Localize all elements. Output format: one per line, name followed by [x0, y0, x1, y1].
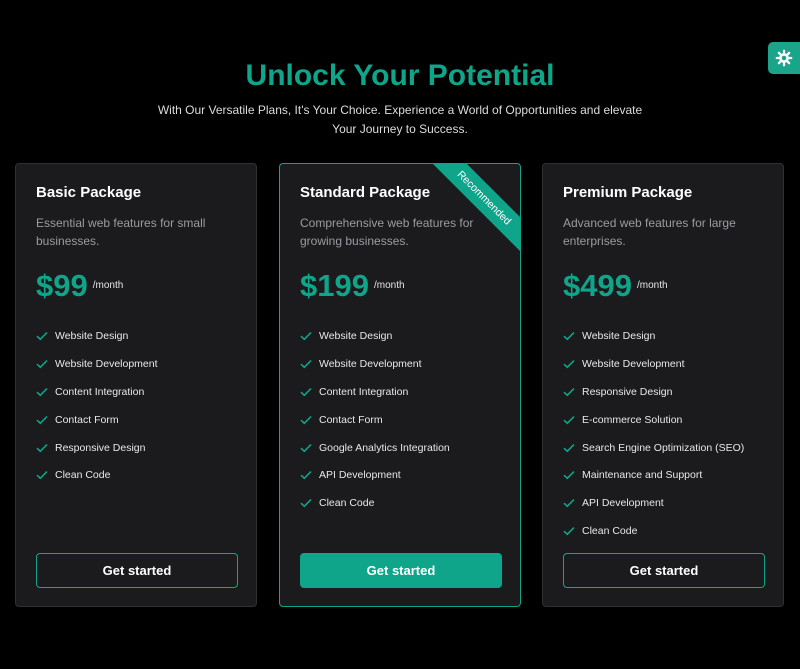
checkmark-icon — [300, 359, 312, 369]
feature-item: E-commerce Solution — [563, 406, 744, 434]
feature-item: Responsive Design — [36, 434, 158, 462]
feature-item: Clean Code — [300, 489, 450, 517]
feature-item: Google Analytics Integration — [300, 434, 450, 462]
plan-period: /month — [92, 280, 124, 291]
checkmark-icon — [36, 387, 48, 397]
plan-price: $199 — [300, 268, 369, 303]
feature-item: Maintenance and Support — [563, 461, 744, 489]
feature-label: E-commerce Solution — [582, 413, 683, 426]
feature-item: Website Development — [36, 350, 158, 378]
feature-list: Website Design Website Development Respons… — [563, 322, 744, 545]
feature-item: Search Engine Optimization (SEO) — [563, 434, 744, 462]
price-row: $199 /month — [300, 267, 405, 305]
feature-item: Content Integration — [300, 378, 450, 406]
checkmark-icon — [300, 471, 312, 480]
checkmark-icon — [36, 331, 48, 341]
feature-item: API Development — [300, 461, 450, 489]
feature-item: Website Design — [36, 322, 158, 350]
plan-period: /month — [636, 280, 668, 291]
price-row: $499 /month — [563, 267, 668, 305]
checkmark-icon — [36, 415, 48, 425]
feature-label: Website Development — [55, 357, 158, 370]
feature-item: Clean Code — [36, 461, 158, 489]
plan-period: /month — [373, 280, 405, 291]
plan-price: $499 — [563, 268, 632, 303]
feature-label: Clean Code — [319, 497, 375, 510]
feature-item: Website Development — [563, 350, 744, 378]
plan-description: Advanced web features for large enterpri… — [563, 216, 736, 248]
feature-label: Contact Form — [55, 413, 119, 426]
price-row: $99 /month — [36, 267, 123, 305]
feature-label: Content Integration — [319, 385, 409, 398]
feature-list: Website Design Website Development Content… — [36, 322, 158, 489]
feature-label: Clean Code — [582, 525, 638, 538]
feature-label: Website Design — [582, 329, 656, 342]
plan-price: $99 — [36, 268, 88, 303]
feature-item: Website Design — [300, 322, 450, 350]
feature-label: Responsive Design — [582, 385, 673, 398]
feature-label: Website Design — [55, 329, 129, 342]
checkmark-icon — [300, 331, 312, 341]
plan-name: Basic Package — [36, 184, 142, 201]
feature-label: Responsive Design — [55, 441, 146, 454]
feature-label: Google Analytics Integration — [319, 441, 450, 454]
feature-label: Clean Code — [55, 469, 111, 482]
feature-label: Maintenance and Support — [582, 469, 703, 482]
feature-item: Website Development — [300, 350, 450, 378]
checkmark-icon — [36, 359, 48, 369]
checkmark-icon — [563, 331, 575, 341]
checkmark-icon — [300, 387, 312, 397]
feature-label: Search Engine Optimization (SEO) — [582, 441, 745, 454]
feature-item: Responsive Design — [563, 378, 744, 406]
page-title: Unlock Your Potential — [245, 59, 555, 92]
checkmark-icon — [300, 499, 312, 508]
feature-list: Website Design Website Development Content… — [300, 322, 450, 517]
plan-card-premium: Premium Package Advanced web features fo… — [542, 163, 784, 607]
checkmark-icon — [563, 471, 575, 480]
feature-label: API Development — [582, 497, 664, 510]
checkmark-icon — [300, 415, 312, 425]
plan-card-standard: Recommended Standard Package Comprehensi… — [279, 163, 521, 607]
checkmark-icon — [563, 499, 575, 508]
pricing-page: Unlock Your Potential With Our Versatile… — [0, 0, 800, 669]
checkmark-icon — [563, 387, 575, 397]
feature-label: Website Design — [319, 329, 393, 342]
page-subtitle: With Our Versatile Plans, It's Your Choi… — [157, 103, 643, 136]
feature-label: Content Integration — [55, 385, 145, 398]
checkmark-icon — [563, 415, 575, 425]
feature-label: Website Development — [582, 357, 685, 370]
feature-label: Website Development — [319, 357, 422, 370]
plan-name: Premium Package — [563, 184, 693, 201]
checkmark-icon — [563, 443, 575, 452]
feature-item: API Development — [563, 489, 744, 517]
checkmark-icon — [36, 471, 48, 480]
feature-item: Contact Form — [36, 406, 158, 434]
plan-name: Standard Package — [300, 184, 431, 201]
get-started-button-standard[interactable]: Get started — [300, 553, 502, 588]
checkmark-icon — [300, 443, 312, 452]
checkmark-icon — [36, 443, 48, 452]
get-started-button-basic[interactable]: Get started — [36, 553, 238, 588]
plan-description: Comprehensive web features for growing b… — [300, 216, 474, 248]
plan-card-basic: Basic Package Essential web features for… — [15, 163, 257, 607]
plan-description: Essential web features for small busines… — [36, 216, 206, 248]
feature-label: API Development — [319, 469, 401, 482]
feature-item: Clean Code — [563, 517, 744, 545]
get-started-button-premium[interactable]: Get started — [563, 553, 765, 588]
feature-item: Contact Form — [300, 406, 450, 434]
feature-item: Content Integration — [36, 378, 158, 406]
feature-item: Website Design — [563, 322, 744, 350]
checkmark-icon — [563, 359, 575, 369]
feature-label: Contact Form — [319, 413, 383, 426]
checkmark-icon — [563, 527, 575, 536]
